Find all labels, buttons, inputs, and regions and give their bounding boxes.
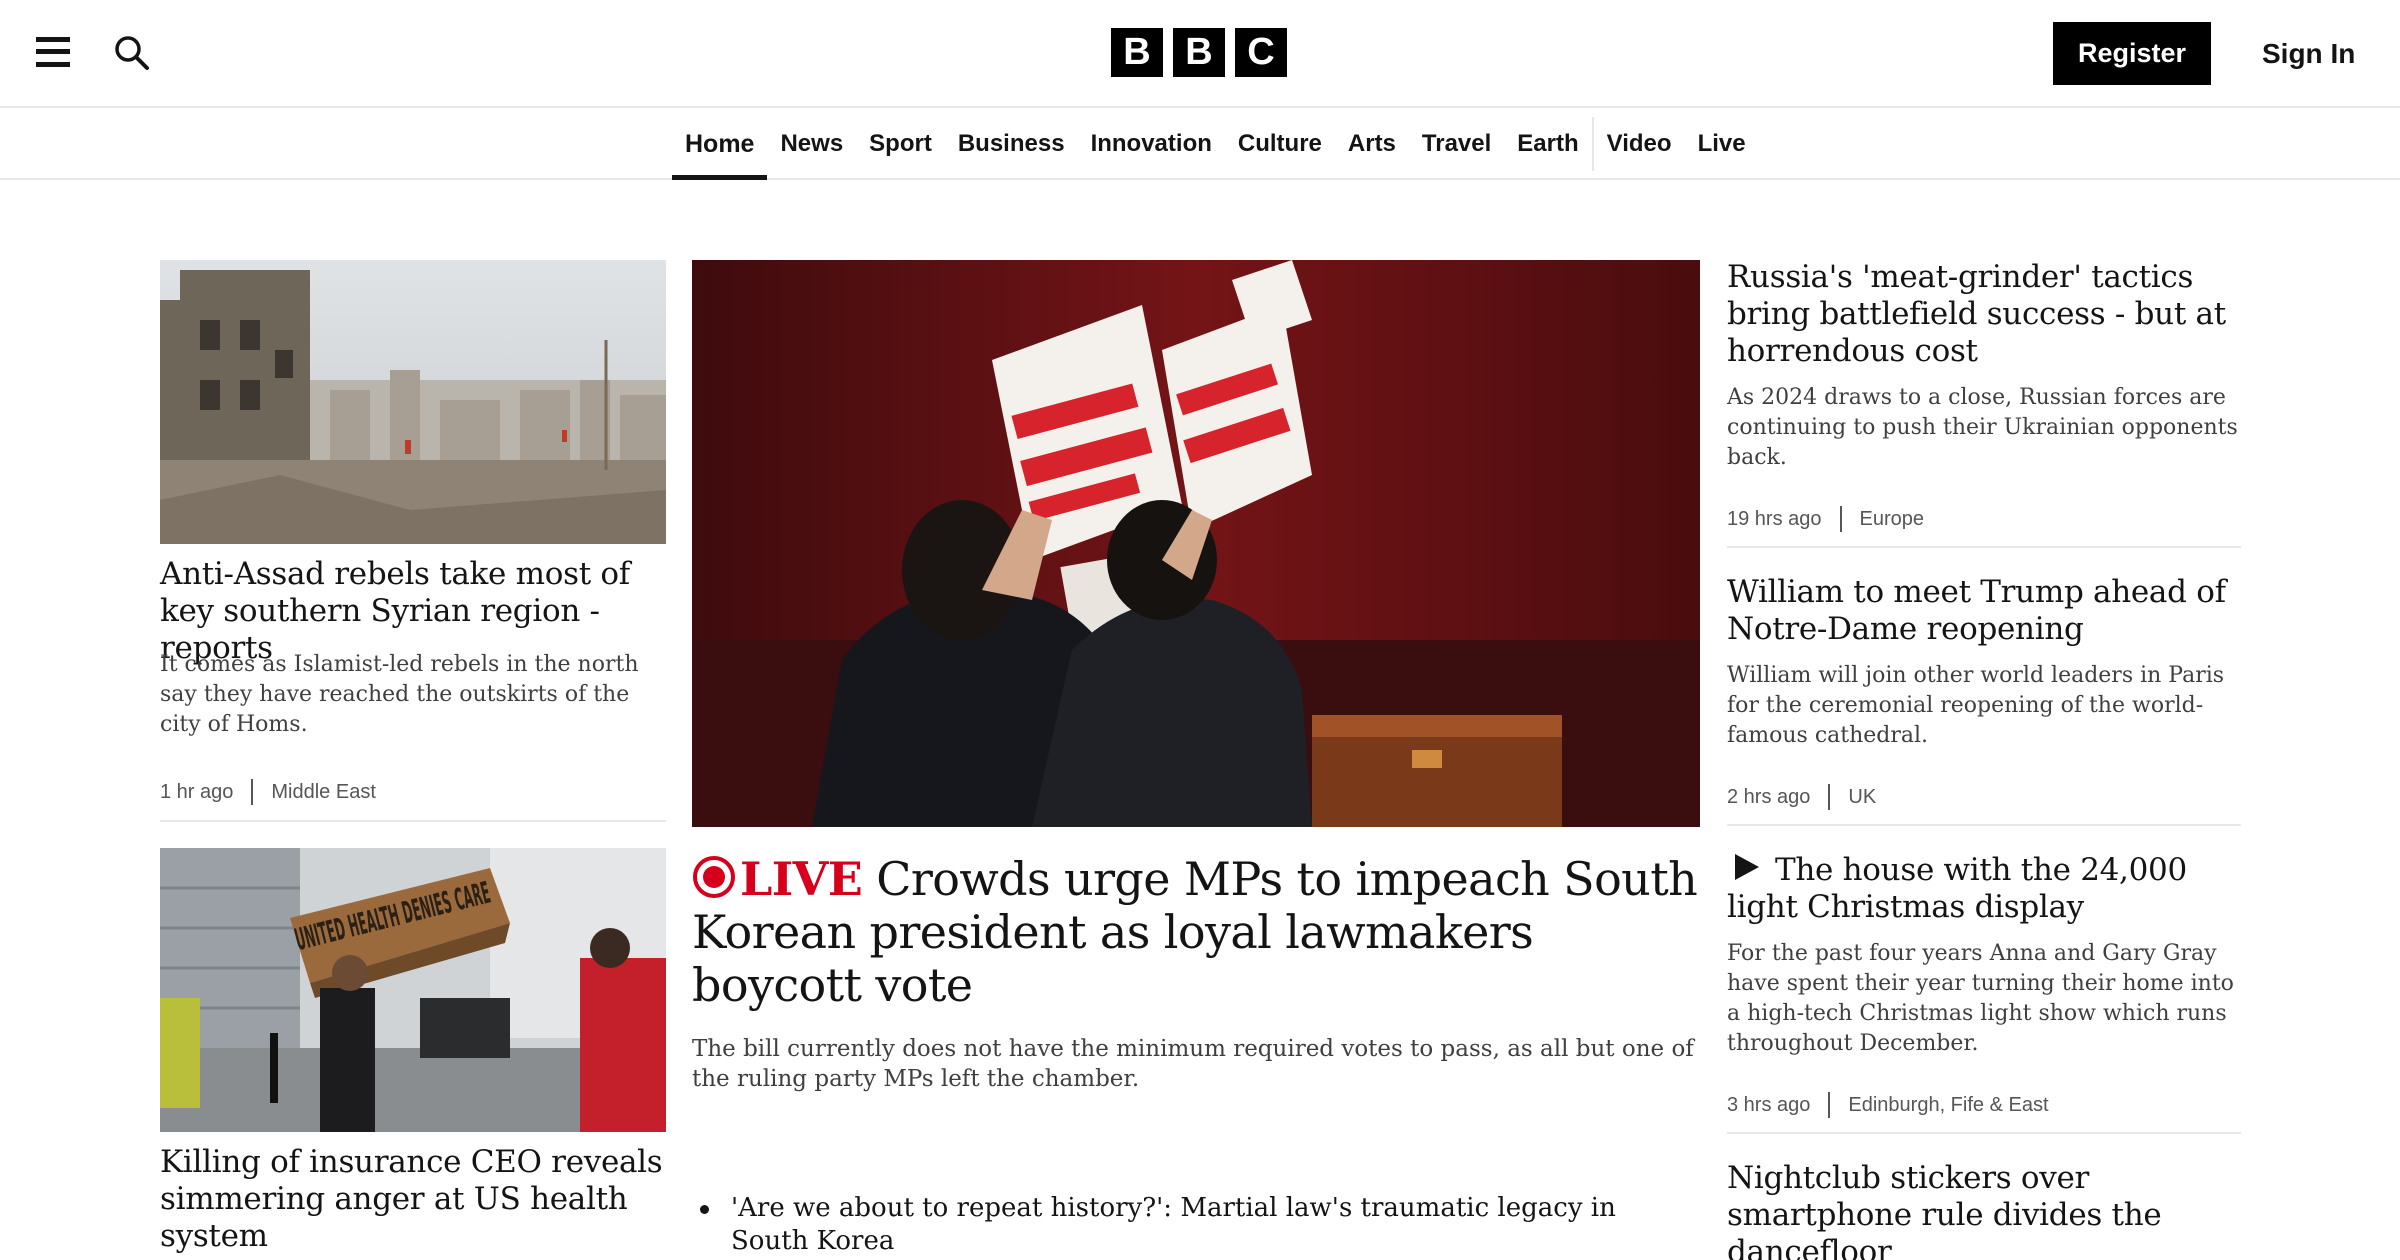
related-link-text: 'Are we about to repeat history?': Marti… [731,1193,1616,1256]
nav-item-innovation[interactable]: Innovation [1078,110,1225,178]
nav-item-news[interactable]: News [767,110,856,178]
search-icon[interactable] [114,35,150,71]
bbc-logo[interactable]: B B C [1111,28,1287,77]
story-image-coffin-protest[interactable]: UNITED HEALTH DENIES CARE [160,848,666,1132]
story-summary: As 2024 draws to a close, Russian forces… [1727,385,2238,470]
story-meta: 2 hrs ago UK [1727,784,1876,810]
story-timestamp: 3 hrs ago [1727,1093,1811,1116]
nav-item-earth[interactable]: Earth [1504,110,1591,178]
meta-separator [251,779,254,805]
meta-separator [1839,506,1842,532]
register-button[interactable]: Register [2053,22,2211,85]
main-story-headline[interactable]: LIVE Crowds urge MPs to impeach South Ko… [692,853,1702,1012]
story-timestamp: 1 hr ago [160,780,234,803]
story-section-link[interactable]: UK [1848,786,1876,809]
nav-item-business[interactable]: Business [945,110,1078,178]
story-timestamp: 2 hrs ago [1727,785,1811,808]
live-indicator-icon [693,856,735,898]
related-link[interactable]: 'Are we about to repeat history?': Marti… [700,1192,1700,1258]
story-meta: 1 hr ago Middle East [160,779,376,805]
story-image-syria[interactable] [160,260,666,544]
story-section-link[interactable]: Middle East [271,781,376,804]
hamburger-menu-icon[interactable] [36,37,70,67]
story-divider [1727,824,2241,826]
story-summary: It comes as Islamist-led rebels in the n… [160,652,639,737]
story-summary: For the past four years Anna and Gary Gr… [1727,941,2234,1056]
logo-letter: B [1111,28,1163,77]
meta-separator [1828,784,1831,810]
nav-item-travel[interactable]: Travel [1409,110,1504,178]
play-icon [1735,854,1759,880]
story-divider [160,820,666,822]
nav-item-culture[interactable]: Culture [1225,110,1335,178]
story-divider [1727,1132,2241,1134]
story-meta: 3 hrs ago Edinburgh, Fife & East [1727,1092,2049,1118]
story-section-link[interactable]: Edinburgh, Fife & East [1848,1094,2048,1117]
main-story-image[interactable] [692,260,1700,827]
top-header: B B C Register Sign In [0,0,2400,108]
story-section-link[interactable]: Europe [1860,508,1925,531]
story-headline[interactable]: Killing of insurance CEO reveals simmeri… [160,1144,666,1255]
logo-letter: B [1173,28,1225,77]
story-timestamp: 19 hrs ago [1727,507,1822,530]
live-badge: LIVE [692,852,863,906]
bullet-icon [700,1205,709,1214]
nav-item-sport[interactable]: Sport [856,110,945,178]
main-navigation: Home News Sport Business Innovation Cult… [0,110,2400,180]
story-headline[interactable]: Russia's 'meat-grinder' tactics bring ba… [1727,259,2247,370]
related-links-list: 'Are we about to repeat history?': Marti… [700,1192,1700,1258]
story-headline[interactable]: Nightclub stickers over smartphone rule … [1727,1160,2247,1260]
sign-in-link[interactable]: Sign In [2262,34,2355,74]
story-headline[interactable]: The house with the 24,000 light Christma… [1727,852,2247,926]
live-label: LIVE [740,852,863,906]
main-story-summary: The bill currently does not have the min… [692,1036,1694,1092]
logo-letter: C [1235,28,1287,77]
story-headline-text: The house with the 24,000 light Christma… [1727,852,2187,925]
nav-item-home[interactable]: Home [672,110,768,180]
story-summary: William will join other world leaders in… [1727,663,2225,748]
nav-item-live[interactable]: Live [1685,110,1759,178]
nav-item-video[interactable]: Video [1594,110,1685,178]
story-meta: 19 hrs ago Europe [1727,506,1924,532]
nav-item-arts[interactable]: Arts [1335,110,1409,178]
story-headline[interactable]: William to meet Trump ahead of Notre-Dam… [1727,574,2247,648]
story-divider [1727,546,2241,548]
meta-separator [1828,1092,1831,1118]
